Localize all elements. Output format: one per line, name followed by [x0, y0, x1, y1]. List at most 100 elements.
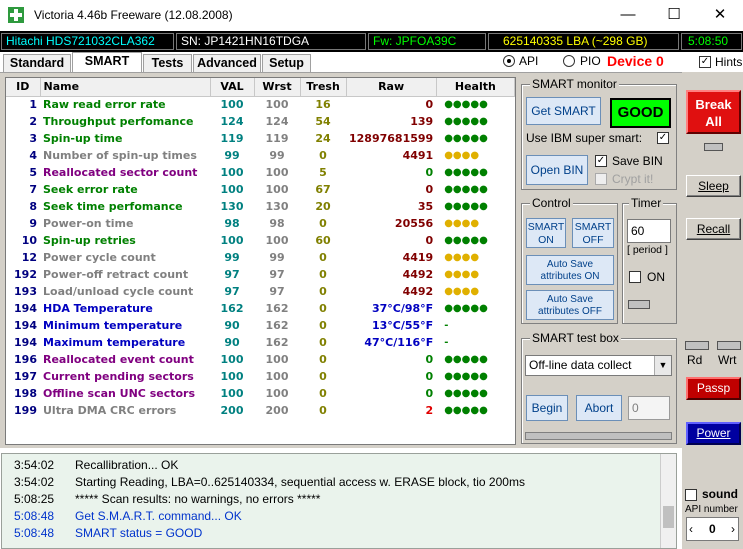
attr-id: 199	[14, 404, 37, 417]
col-name[interactable]: Name	[40, 78, 211, 97]
attr-name: Maximum temperature	[43, 336, 186, 349]
table-row[interactable]: 8 Seek time perfomance 130 130 20 35 ●●●●●	[6, 198, 515, 215]
api-label: API	[519, 54, 539, 68]
smart-table: ID Name VAL Wrst Tresh Raw Health 1 Raw r…	[5, 77, 516, 445]
attr-name: Number of spin-up times	[43, 149, 197, 162]
attr-health: ●●●●●	[444, 354, 488, 365]
sleep-button[interactable]: Sleep	[686, 175, 741, 197]
tab-tests[interactable]: Tests	[143, 54, 192, 72]
attr-val: 162	[220, 302, 244, 315]
ibm-smart-checkbox[interactable]: ✓	[657, 132, 669, 144]
log-time: 5:08:48	[14, 526, 55, 540]
table-row[interactable]: 192 Power-off retract count 97 97 0 4492 ●●●●	[6, 266, 515, 283]
tab-setup[interactable]: Setup	[262, 54, 311, 72]
attr-wrst: 162	[265, 302, 289, 315]
attr-name: Reallocated event count	[43, 353, 194, 366]
table-row[interactable]: 197 Current pending sectors 100 100 0 0 ●●●●●	[6, 368, 515, 385]
table-row[interactable]: 194 Maximum temperature 90 162 0 47°C/116°F -	[6, 334, 515, 351]
attr-wrst: 119	[265, 132, 289, 145]
table-row[interactable]: 194 HDA Temperature 162 162 0 37°C/98°F ●●●●●	[6, 300, 515, 317]
timer-period-label: [ period ]	[627, 244, 668, 256]
col-health[interactable]: Health	[436, 78, 516, 97]
hints-checkbox[interactable]: ✓	[699, 56, 711, 68]
col-tresh[interactable]: Tresh	[300, 78, 347, 97]
attr-wrst: 100	[265, 166, 289, 179]
table-row[interactable]: 4 Number of spin-up times 99 99 0 4491 ●●●●	[6, 147, 515, 164]
pio-radio[interactable]	[563, 55, 575, 67]
power-button[interactable]: Power	[686, 422, 741, 445]
smart-test-box-title: SMART test box	[530, 331, 621, 345]
table-row[interactable]: 1 Raw read error rate 100 100 16 0 ●●●●●	[6, 96, 515, 113]
table-row[interactable]: 5 Reallocated sector count 100 100 5 0 ●●●●●	[6, 164, 515, 181]
dropdown-arrow-icon[interactable]: ▼	[654, 356, 671, 375]
tab-advanced[interactable]: Advanced	[193, 54, 261, 72]
table-row[interactable]: 199 Ultra DMA CRC errors 200 200 0 2 ●●●●●	[6, 402, 515, 419]
attr-val: 200	[220, 404, 244, 417]
attr-id: 4	[29, 149, 37, 162]
attr-tresh: 0	[319, 353, 327, 366]
maximize-button[interactable]: ☐	[651, 0, 697, 31]
smart-status-indicator: GOOD	[610, 98, 671, 128]
api-number-spinner[interactable]: ‹ 0 ›	[686, 517, 739, 541]
attr-id: 2	[29, 115, 37, 128]
spinner-down-icon[interactable]: ‹	[689, 522, 693, 536]
control-group: Control SMART ON SMART OFF Auto Save att…	[521, 196, 618, 324]
wrt-led	[717, 341, 741, 350]
smart-off-button[interactable]: SMART OFF	[572, 218, 614, 248]
autosave-off-button[interactable]: Auto Save attributes OFF	[526, 290, 614, 320]
log-scrollbar[interactable]	[660, 454, 676, 548]
sound-checkbox[interactable]	[685, 489, 697, 501]
api-number-label: API number	[685, 504, 738, 515]
attr-name: Power-on time	[43, 217, 134, 230]
begin-button[interactable]: Begin	[526, 395, 568, 421]
test-type-select[interactable]: Off-line data collect ▼	[525, 355, 672, 376]
col-wrst[interactable]: Wrst	[254, 78, 301, 97]
col-val[interactable]: VAL	[210, 78, 255, 97]
tab-standard[interactable]: Standard	[3, 54, 71, 72]
autosave-on-button[interactable]: Auto Save attributes ON	[526, 255, 614, 285]
save-bin-checkbox[interactable]: ✓	[595, 155, 607, 167]
table-row[interactable]: 7 Seek error rate 100 100 67 0 ●●●●●	[6, 181, 515, 198]
timer-on-checkbox[interactable]	[629, 271, 641, 283]
passp-button[interactable]: Passp	[686, 377, 741, 400]
table-row[interactable]: 2 Throughput perfomance 124 124 54 139 ●●●●●	[6, 113, 515, 130]
open-bin-button[interactable]: Open BIN	[526, 155, 588, 185]
close-button[interactable]: ✕	[697, 0, 743, 31]
table-row[interactable]: 9 Power-on time 98 98 0 20556 ●●●●	[6, 215, 515, 232]
crypt-it-checkbox[interactable]	[595, 173, 607, 185]
api-radio[interactable]	[503, 55, 515, 67]
attr-health: ●●●●●	[444, 116, 488, 127]
attr-raw: 47°C/116°F	[364, 336, 434, 349]
spinner-up-icon[interactable]: ›	[731, 522, 735, 536]
app-icon	[8, 7, 24, 23]
table-row[interactable]: 193 Load/unload cycle count 97 97 0 4492 ●●●●	[6, 283, 515, 300]
smart-test-box-group: SMART test box Off-line data collect ▼ B…	[521, 331, 677, 444]
timer-period-input[interactable]	[627, 219, 671, 243]
col-id[interactable]: ID	[6, 78, 41, 97]
api-number-value: 0	[709, 522, 716, 536]
get-smart-button[interactable]: Get SMART	[526, 97, 601, 125]
device-label[interactable]: Device 0	[607, 53, 664, 69]
table-row[interactable]: 194 Minimum temperature 90 162 0 13°C/55°F -	[6, 317, 515, 334]
table-row[interactable]: 12 Power cycle count 99 99 0 4419 ●●●●	[6, 249, 515, 266]
smart-on-button[interactable]: SMART ON	[526, 218, 566, 248]
attr-wrst: 97	[269, 268, 285, 281]
test-progress-input[interactable]	[628, 396, 670, 420]
table-row[interactable]: 198 Offline scan UNC sectors 100 100 0 0 ●●●●●	[6, 385, 515, 402]
log-panel[interactable]: 3:54:02 Recallibration... OK 3:54:02 Starti…	[1, 453, 677, 549]
attr-raw: 4419	[402, 251, 434, 264]
col-raw[interactable]: Raw	[346, 78, 437, 97]
break-led	[704, 143, 723, 151]
log-scrollbar-thumb[interactable]	[663, 506, 674, 528]
break-all-button[interactable]: Break All	[686, 90, 741, 134]
minimize-button[interactable]: —	[605, 0, 651, 31]
table-row[interactable]: 196 Reallocated event count 100 100 0 0 ●●●●●	[6, 351, 515, 368]
attr-val: 99	[224, 251, 240, 264]
table-row[interactable]: 3 Spin-up time 119 119 24 12897681599 ●●●●●	[6, 130, 515, 147]
tab-smart[interactable]: SMART	[72, 52, 142, 73]
recall-button[interactable]: Recall	[686, 218, 741, 240]
attr-id: 10	[21, 234, 37, 247]
table-row[interactable]: 10 Spin-up retries 100 100 60 0 ●●●●●	[6, 232, 515, 249]
abort-button[interactable]: Abort	[576, 395, 622, 421]
attr-name: Reallocated sector count	[43, 166, 198, 179]
